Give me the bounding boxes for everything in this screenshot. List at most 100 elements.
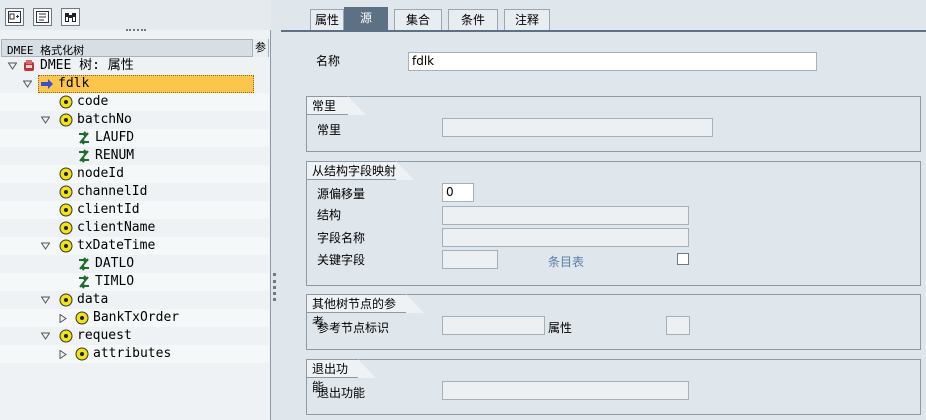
element-node-icon (59, 203, 73, 217)
exit-function-label: 退出功能 (317, 386, 366, 400)
tree-header-button[interactable]: 参 (252, 39, 268, 57)
tree-node-timlo[interactable]: TIMLO (0, 273, 269, 291)
collapse-arrow-icon[interactable] (41, 116, 50, 125)
field-name-label: 字段名称 (317, 231, 366, 245)
collapse-arrow-icon[interactable] (41, 242, 50, 251)
tree-node-label: TIMLO (95, 274, 135, 289)
collapse-arrow-icon[interactable] (23, 80, 32, 89)
constant-label: 常里 (317, 123, 342, 137)
tab-source[interactable]: 源 (344, 7, 388, 31)
source-tab-content: 名称 fdlk 常里 常里 从结构字段映射 源偏移量 0 结构 字段名称 关键字… (281, 32, 926, 420)
tab-attributes[interactable]: 属性 (310, 9, 344, 31)
tree-node-request[interactable]: request (0, 327, 269, 345)
tree-node-label: channelId (77, 184, 148, 199)
tree-node-fdlk[interactable]: fdlk (0, 75, 269, 93)
tree-node-datlo[interactable]: DATLO (0, 255, 269, 273)
collapse-arrow-icon[interactable] (8, 62, 17, 71)
tree-node-label: fdlk (58, 76, 90, 91)
tree-node-laufd[interactable]: LAUFD (0, 129, 269, 147)
element-node-icon (59, 239, 73, 253)
mapping-node-icon (79, 149, 89, 163)
tab-notes[interactable]: 注释 (504, 9, 550, 31)
structure-field[interactable] (442, 206, 689, 225)
structure-label: 结构 (317, 208, 342, 222)
constant-field[interactable] (442, 118, 713, 137)
expand-node-icon (8, 11, 21, 23)
tree-node-label: clientId (77, 202, 140, 217)
tree-node-label: batchNo (77, 112, 132, 127)
tree-node-label: BankTxOrder (93, 310, 180, 325)
find-button[interactable] (61, 8, 80, 26)
tree-root-label: DMEE 树: 属性 (40, 58, 134, 73)
tree-node-txdatetime[interactable]: txDateTime (0, 237, 269, 255)
tree-node-label: code (77, 94, 109, 109)
element-node-icon (59, 167, 73, 181)
reference-attr-field[interactable] (666, 316, 690, 335)
tree-node-banktxorder[interactable]: BankTxOrder (0, 309, 269, 327)
tree-node-code[interactable]: code (0, 93, 269, 111)
reference-node-field[interactable] (442, 316, 545, 335)
element-node-icon (59, 221, 73, 235)
tree-node-batchno[interactable]: batchNo (0, 111, 269, 129)
element-node-icon (75, 311, 89, 325)
name-label: 名称 (316, 54, 341, 68)
collapse-arrow-icon[interactable] (41, 296, 50, 305)
expand-arrow-icon[interactable] (59, 350, 68, 359)
tree-pane: DMEE 格式化树 参 DMEE 树: 属性 fdlk code batchNo… (0, 0, 271, 420)
tree-node-label: attributes (93, 346, 172, 361)
constant-group-title: 常里 (306, 96, 366, 115)
splitter-grip-vertical[interactable] (273, 273, 276, 301)
key-field-checkbox[interactable] (677, 253, 689, 265)
reference-node-label: 参考节点标识 (317, 321, 390, 335)
tree-node-label: txDateTime (77, 238, 156, 253)
element-node-icon (59, 293, 73, 307)
tree-node-renum[interactable]: RENUM (0, 147, 269, 165)
mapping-node-icon (79, 131, 89, 145)
offset-field[interactable]: 0 (442, 183, 474, 202)
key-field-label: 关键字段 (317, 253, 366, 267)
collapse-node-button[interactable] (33, 8, 52, 26)
splitter-grip-horizontal[interactable] (126, 29, 146, 32)
expand-arrow-icon[interactable] (59, 314, 68, 323)
tree-node-clientname[interactable]: clientName (0, 219, 269, 237)
tab-strip: 属性 源 集合 条件 注释 (281, 0, 926, 32)
exit-function-field[interactable] (442, 381, 689, 400)
tree-node-channelid[interactable]: channelId (0, 183, 269, 201)
element-node-icon (59, 95, 73, 109)
tree-node-attributes[interactable]: attributes (0, 345, 269, 363)
tree-root-row[interactable]: DMEE 树: 属性 (0, 57, 269, 75)
entry-table-link[interactable]: 条目表 (548, 253, 584, 270)
tab-conditions[interactable]: 条件 (448, 9, 498, 31)
offset-label: 源偏移量 (317, 187, 366, 201)
structure-mapping-group-title: 从结构字段映射 (306, 161, 414, 180)
tree-node-label: RENUM (95, 148, 135, 163)
tab-aggregation[interactable]: 集合 (394, 9, 442, 31)
name-field[interactable]: fdlk (408, 52, 817, 71)
expand-node-button[interactable] (5, 8, 24, 26)
structure-mapping-group: 从结构字段映射 源偏移量 0 结构 字段名称 关键字段 条目表 (306, 161, 921, 286)
tree-header: DMEE 格式化树 参 (1, 39, 269, 57)
collapse-arrow-icon[interactable] (41, 332, 50, 341)
tree-header-title: DMEE 格式化树 (7, 44, 85, 57)
tree-node-label: LAUFD (95, 130, 135, 145)
tree-node-label: nodeId (77, 166, 124, 181)
tree-node-data[interactable]: data (0, 291, 269, 309)
reference-group: 其他树节点的参考 参考节点标识 属性 (306, 294, 921, 350)
tree-node-label: clientName (77, 220, 156, 235)
tree-node-nodeid[interactable]: nodeId (0, 165, 269, 183)
field-name-field[interactable] (442, 228, 689, 247)
binoculars-icon (65, 13, 76, 22)
key-field[interactable] (442, 250, 498, 269)
element-node-icon (75, 347, 89, 361)
element-node-icon (59, 329, 73, 343)
exit-function-group: 退出功能 退出功能 (306, 359, 921, 415)
tree-toolbar (0, 0, 271, 30)
exit-function-group-title: 退出功能 (306, 359, 376, 394)
element-node-icon (59, 113, 73, 127)
arrow-right-icon (41, 79, 53, 89)
constant-group: 常里 常里 (306, 96, 921, 152)
reference-group-title: 其他树节点的参考 (306, 294, 424, 329)
tree-node-clientid[interactable]: clientId (0, 201, 269, 219)
element-node-icon (59, 185, 73, 199)
tree-node-label: DATLO (95, 256, 135, 271)
